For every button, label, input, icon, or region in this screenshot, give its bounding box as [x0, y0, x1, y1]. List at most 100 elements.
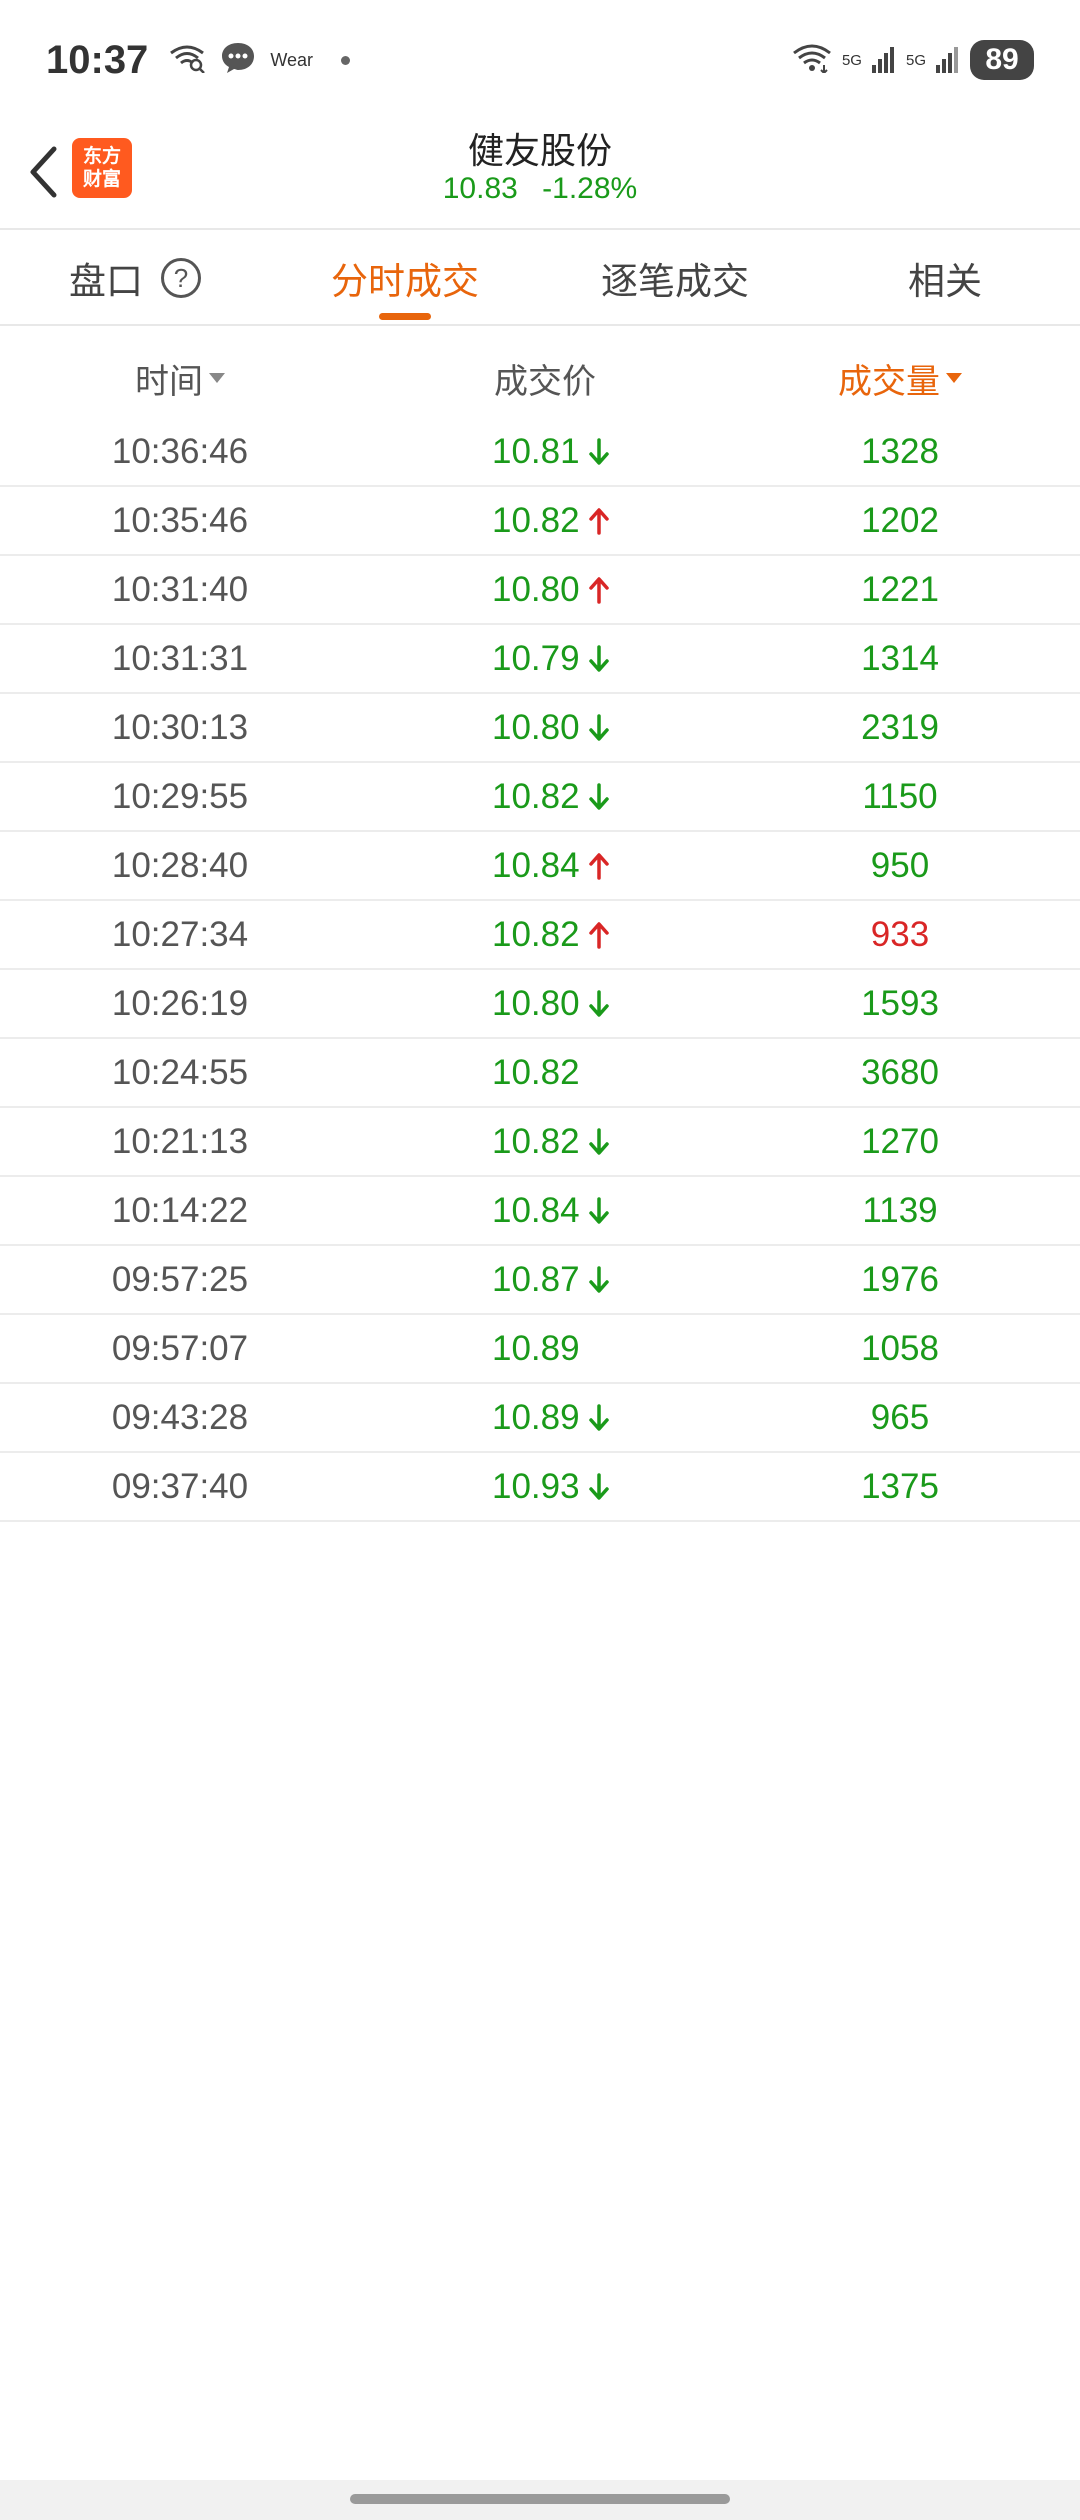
trade-time: 10:28:40 — [111, 845, 249, 885]
trade-volume: 2319 — [861, 707, 939, 747]
trade-price: 10.79 — [492, 638, 580, 678]
table-row[interactable]: 10:35:46 10.82 1202 — [0, 487, 1080, 556]
table-row[interactable]: 10:31:31 10.79 1314 — [0, 625, 1080, 694]
sort-down-icon — [209, 373, 225, 383]
table-row[interactable]: 10:31:40 10.80 1221 — [0, 556, 1080, 625]
trade-price: 10.82 — [492, 500, 580, 540]
network-label-2: 5G — [905, 51, 926, 69]
trade-volume: 933 — [870, 914, 930, 954]
trade-price-cell: 10.81 — [492, 418, 692, 485]
trade-price-cell: 10.82 — [492, 1108, 692, 1175]
trade-price-cell: 10.80 — [492, 694, 692, 761]
table-row[interactable]: 10:26:19 10.80 1593 — [0, 970, 1080, 1039]
network-label-1: 5G — [841, 51, 862, 69]
column-header-time-label: 时间 — [135, 361, 203, 402]
trade-volume: 1976 — [861, 1259, 939, 1299]
arrow-up-icon — [586, 850, 612, 882]
message-icon — [220, 41, 256, 79]
arrow-down-icon — [586, 436, 612, 468]
trade-time: 10:14:22 — [111, 1190, 249, 1230]
trade-volume: 950 — [870, 845, 930, 885]
arrow-down-icon — [586, 1264, 612, 1296]
trade-price: 10.89 — [492, 1328, 580, 1368]
table-row[interactable]: 10:21:13 10.82 1270 — [0, 1108, 1080, 1177]
help-icon[interactable]: ? — [161, 258, 201, 298]
column-header-time[interactable]: 时间 — [40, 354, 320, 403]
column-header-price-label: 成交价 — [494, 361, 596, 402]
table-row[interactable]: 10:30:13 10.80 2319 — [0, 694, 1080, 763]
trade-price: 10.93 — [492, 1466, 580, 1506]
tab-time-trades[interactable]: 分时成交 — [270, 232, 540, 324]
active-tab-indicator — [379, 313, 431, 320]
trade-time: 09:43:28 — [111, 1397, 249, 1437]
arrow-down-icon — [586, 781, 612, 813]
trade-price-cell: 10.82 — [492, 901, 692, 968]
arrow-down-icon — [586, 712, 612, 744]
trade-volume: 1058 — [861, 1328, 939, 1368]
trade-time: 10:27:34 — [111, 914, 249, 954]
trade-price-cell: 10.80 — [492, 970, 692, 1037]
tab-related[interactable]: 相关 — [810, 232, 1080, 324]
wear-label: Wear — [270, 49, 313, 70]
table-row[interactable]: 10:24:55 10.82 3680 — [0, 1039, 1080, 1108]
trade-time: 09:57:07 — [111, 1328, 249, 1368]
table-row[interactable]: 10:36:46 10.81 1328 — [0, 418, 1080, 487]
trades-list: 10:36:46 10.81 1328 10:35:46 10.82 1202 10:31:… — [0, 418, 1080, 1522]
trade-price: 10.89 — [492, 1397, 580, 1437]
table-row[interactable]: 10:27:34 10.82 933 — [0, 901, 1080, 970]
trade-price: 10.82 — [492, 914, 580, 954]
trade-price: 10.82 — [492, 776, 580, 816]
trade-time: 10:21:13 — [111, 1121, 249, 1161]
table-row[interactable]: 10:29:55 10.82 1150 — [0, 763, 1080, 832]
trade-time: 09:57:25 — [111, 1259, 249, 1299]
trade-price: 10.82 — [492, 1052, 580, 1092]
battery-indicator: 89 — [970, 40, 1034, 80]
trade-price-cell: 10.89 — [492, 1384, 692, 1451]
trade-time: 10:30:13 — [111, 707, 249, 747]
column-header-volume-label: 成交量 — [838, 361, 940, 402]
arrow-down-icon — [586, 1402, 612, 1434]
trade-price-cell: 10.89 — [492, 1315, 692, 1382]
home-handle[interactable] — [350, 2494, 730, 2504]
tab-bar: 盘口 ? 分时成交 逐笔成交 相关 — [0, 232, 1080, 324]
table-row[interactable]: 10:14:22 10.84 1139 — [0, 1177, 1080, 1246]
arrow-down-icon — [586, 1195, 612, 1227]
arrow-down-icon — [586, 1471, 612, 1503]
trade-volume: 1270 — [861, 1121, 939, 1161]
column-header-volume[interactable]: 成交量 — [760, 354, 1040, 403]
trade-volume: 1593 — [861, 983, 939, 1023]
tab-order-book-label: 盘口 — [69, 260, 143, 303]
trade-price-cell: 10.84 — [492, 832, 692, 899]
trade-volume: 1139 — [862, 1190, 938, 1230]
trade-price: 10.80 — [492, 983, 580, 1023]
trade-time: 09:37:40 — [111, 1466, 249, 1506]
arrow-down-icon — [586, 988, 612, 1020]
trade-price-cell: 10.87 — [492, 1246, 692, 1313]
trade-volume: 1202 — [861, 500, 939, 540]
column-header-price: 成交价 — [420, 354, 670, 403]
tab-order-book[interactable]: 盘口 ? — [0, 232, 270, 324]
table-row[interactable]: 09:43:28 10.89 965 — [0, 1384, 1080, 1453]
trade-time: 10:29:55 — [111, 776, 249, 816]
table-row[interactable]: 09:57:07 10.89 1058 — [0, 1315, 1080, 1384]
trade-time: 10:36:46 — [111, 431, 249, 471]
stock-price-line: 10.83 -1.28% — [0, 172, 1080, 206]
trade-price: 10.80 — [492, 569, 580, 609]
trade-volume: 3680 — [861, 1052, 939, 1092]
table-header: 时间 成交价 成交量 — [0, 330, 1080, 426]
trade-time: 10:24:55 — [111, 1052, 249, 1092]
signal-icon-1 — [871, 43, 896, 77]
table-row[interactable]: 10:28:40 10.84 950 — [0, 832, 1080, 901]
trade-price: 10.84 — [492, 845, 580, 885]
trade-time: 10:31:40 — [111, 569, 249, 609]
table-row[interactable]: 09:57:25 10.87 1976 — [0, 1246, 1080, 1315]
trade-price: 10.81 — [492, 431, 580, 471]
tab-tick-trades[interactable]: 逐笔成交 — [540, 232, 810, 324]
app-header: 东方 财富 健友股份 10.83 -1.28% — [0, 120, 1080, 228]
stock-change-percent: -1.28% — [542, 172, 638, 205]
trade-volume: 1150 — [862, 776, 938, 816]
stock-name: 健友股份 — [467, 131, 612, 172]
arrow-up-icon — [586, 919, 612, 951]
table-row[interactable]: 09:37:40 10.93 1375 — [0, 1453, 1080, 1522]
arrow-down-icon — [586, 643, 612, 675]
